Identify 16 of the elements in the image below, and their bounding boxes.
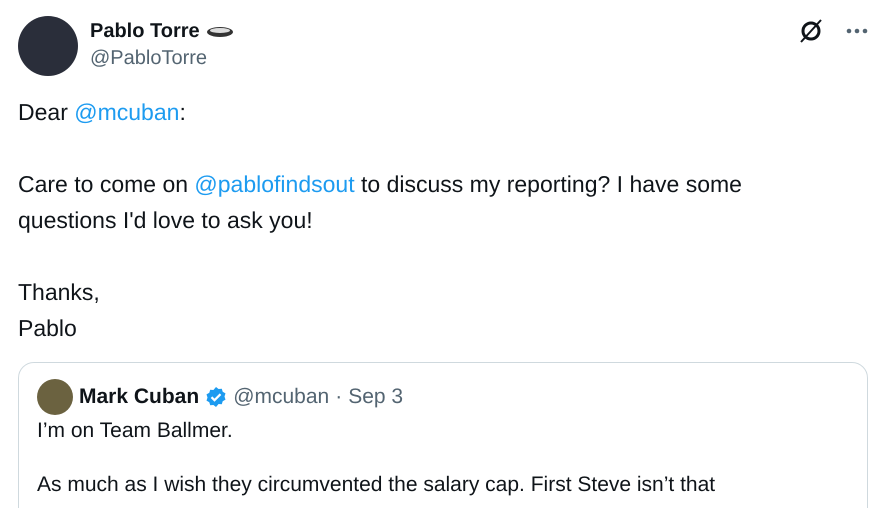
quoted-author-name: Mark Cuban	[79, 385, 200, 409]
separator-dot: ·	[335, 385, 342, 409]
author-name[interactable]: Pablo Torre	[90, 20, 200, 43]
avatar-photo[interactable]	[37, 379, 73, 415]
quoted-tweet-card[interactable]: Mark Cuban @mcuban · Sep 3 I’m on Team Ballmer. As much as I wish they circumvented the salary cap. First Steve isn’t that	[18, 362, 868, 508]
tweet-text: Thanks, Pablo	[18, 278, 101, 343]
quoted-author-handle: @mcuban	[233, 385, 330, 409]
tweet-text: Care to come on @pablofindsout to discuss my reporting? I have some questions I'd love to ask you!	[18, 170, 743, 235]
more-icon[interactable]	[846, 28, 868, 34]
disc-icon	[206, 26, 234, 38]
tweet-date: Sep 3	[348, 385, 404, 409]
quoted-tweet-text: I’m on Team Ballmer.	[37, 418, 234, 444]
author-handle[interactable]: @PabloTorre	[90, 47, 786, 70]
grok-icon[interactable]	[798, 18, 824, 44]
quoted-tweet-text: As much as I wish they circumvented the salary cap. First Steve isn’t that	[37, 472, 716, 498]
tweet-text: Dear @mcuban:	[18, 98, 187, 127]
